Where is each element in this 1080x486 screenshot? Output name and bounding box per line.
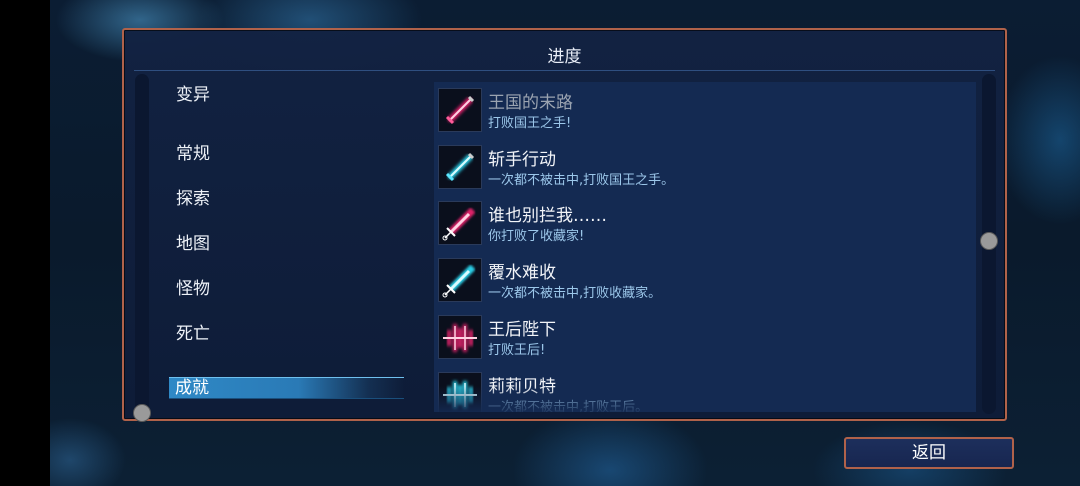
achievement-item[interactable]: 王国的末路 打败国王之手!: [438, 86, 968, 132]
title-divider: [134, 70, 995, 71]
achievement-item[interactable]: 王后陛下 打败王后!: [438, 313, 968, 359]
category-scrollbar[interactable]: [135, 74, 149, 414]
achievement-item[interactable]: 谁也别拦我…… 你打败了收藏家!: [438, 199, 968, 245]
achievement-item[interactable]: 覆水难收 一次都不被击中,打败收藏家。: [438, 256, 968, 302]
category-scroll-knob[interactable]: [133, 404, 151, 422]
wave-icon: [438, 315, 482, 359]
category-mutations[interactable]: 变异: [176, 80, 210, 105]
category-exploration[interactable]: 探索: [176, 184, 210, 209]
progress-panel: 进度 变异 常规 探索 地图 怪物 死亡 成就 王国的末路 打败国王之手! 斩手…: [122, 28, 1007, 422]
achievement-list[interactable]: 王国的末路 打败国王之手! 斩手行动 一次都不被击中,打败国王之手。 谁也别拦我…: [434, 82, 976, 412]
achievement-name: 王后陛下: [488, 320, 556, 340]
category-monsters[interactable]: 怪物: [176, 274, 210, 299]
achievement-name: 谁也别拦我……: [488, 206, 607, 226]
sword-icon: [438, 88, 482, 132]
achievement-desc: 一次都不被击中,打败收藏家。: [488, 286, 662, 301]
category-achievements-label: 成就: [175, 378, 209, 398]
syringe-icon: [438, 258, 482, 302]
syringe-icon: [438, 201, 482, 245]
back-button[interactable]: 返回: [844, 437, 1014, 469]
achievement-item[interactable]: 斩手行动 一次都不被击中,打败国王之手。: [438, 143, 968, 189]
achievement-desc: 打败王后!: [488, 343, 546, 358]
achievement-name: 王国的末路: [488, 93, 573, 113]
achievement-desc: 一次都不被击中,打败王后。: [488, 400, 649, 412]
category-map[interactable]: 地图: [176, 229, 210, 254]
achievement-desc: 你打败了收藏家!: [488, 229, 585, 244]
panel-title: 进度: [547, 47, 582, 67]
achievement-desc: 打败国王之手!: [488, 116, 572, 131]
achievement-item[interactable]: 莉莉贝特 一次都不被击中,打败王后。: [438, 370, 968, 412]
category-achievements[interactable]: 成就: [169, 377, 404, 399]
left-black-bar: [0, 0, 50, 486]
achievement-scroll-knob[interactable]: [980, 232, 998, 250]
wave-icon: [438, 372, 482, 412]
category-general[interactable]: 常规: [176, 139, 210, 164]
achievement-name: 莉莉贝特: [488, 377, 556, 397]
achievement-desc: 一次都不被击中,打败国王之手。: [488, 173, 675, 188]
achievement-name: 斩手行动: [488, 150, 556, 170]
achievement-name: 覆水难收: [488, 263, 556, 283]
sword-icon: [438, 145, 482, 189]
category-deaths[interactable]: 死亡: [176, 319, 210, 344]
